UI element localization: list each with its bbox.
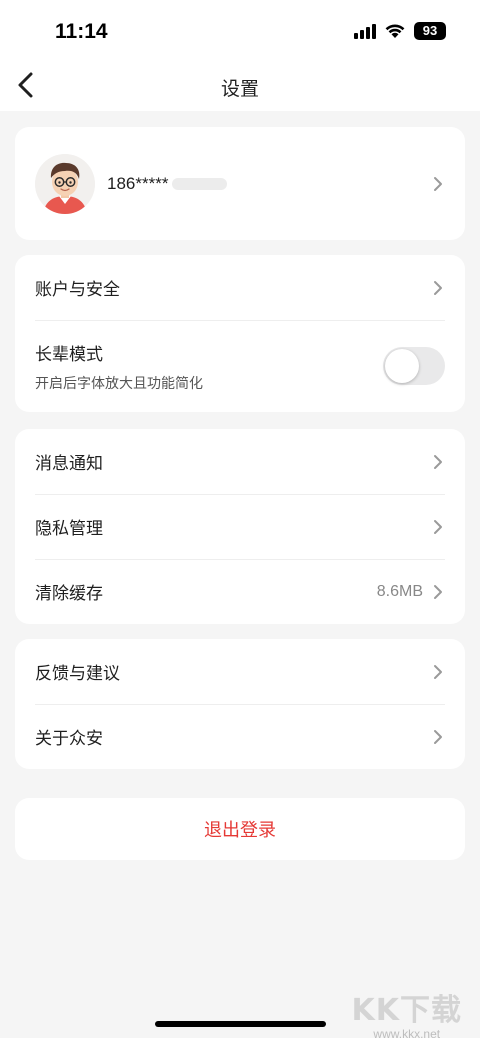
status-icons: 93: [354, 22, 446, 40]
notifications-label: 消息通知: [35, 454, 103, 474]
phone-number: 186*****: [107, 173, 169, 193]
status-bar: 11:14 93: [0, 0, 480, 64]
about-card: 反馈与建议 关于众安: [15, 639, 465, 769]
home-indicator[interactable]: [155, 1021, 326, 1027]
elder-mode-title: 长辈模式: [35, 344, 103, 365]
account-security-label: 账户与安全: [35, 280, 120, 300]
avatar: [35, 153, 95, 214]
cache-size-value: 8.6MB: [376, 582, 423, 600]
profile-card[interactable]: 186*****: [15, 127, 465, 240]
account-card: 账户与安全 长辈模式 开启后字体放大且功能简化: [15, 255, 465, 412]
wifi-icon: [385, 24, 405, 38]
about-label: 关于众安: [35, 729, 103, 749]
chevron-right-icon: [434, 176, 442, 191]
notifications-row[interactable]: 消息通知: [15, 429, 465, 494]
chevron-right-icon: [434, 280, 442, 295]
chevron-right-icon: [434, 729, 442, 744]
watermark-logo-text: KK下载: [351, 993, 462, 1028]
toggle-knob: [385, 349, 419, 383]
general-card: 消息通知 隐私管理 清除缓存 8.6MB: [15, 429, 465, 624]
chevron-right-icon: [434, 664, 442, 679]
elder-mode-row: 长辈模式 开启后字体放大且功能简化: [15, 320, 465, 412]
chevron-right-icon: [434, 454, 442, 469]
watermark: KK下载 www.kkx.net: [352, 985, 463, 1038]
status-time: 11:14: [55, 20, 108, 43]
feedback-label: 反馈与建议: [35, 664, 120, 684]
elder-mode-subtitle: 开启后字体放大且功能简化: [35, 375, 203, 392]
feedback-row[interactable]: 反馈与建议: [15, 639, 465, 704]
elder-mode-toggle[interactable]: [383, 347, 445, 385]
privacy-row[interactable]: 隐私管理: [15, 494, 465, 559]
elder-mode-text: 长辈模式 开启后字体放大且功能简化: [35, 340, 383, 393]
chevron-right-icon: [434, 519, 442, 534]
cellular-signal-icon: [354, 23, 376, 39]
battery-indicator: 93: [414, 22, 446, 40]
page-title: 设置: [220, 78, 259, 100]
account-security-row[interactable]: 账户与安全: [15, 255, 465, 320]
clear-cache-row[interactable]: 清除缓存 8.6MB: [15, 559, 465, 624]
nav-bar: 设置: [0, 64, 480, 111]
clear-cache-label: 清除缓存: [35, 584, 103, 604]
profile-row[interactable]: 186*****: [15, 127, 465, 240]
privacy-label: 隐私管理: [35, 519, 103, 539]
logout-button[interactable]: 退出登录: [15, 798, 465, 860]
masked-phone-blur: [172, 177, 228, 190]
about-row[interactable]: 关于众安: [15, 704, 465, 769]
chevron-right-icon: [434, 584, 442, 599]
